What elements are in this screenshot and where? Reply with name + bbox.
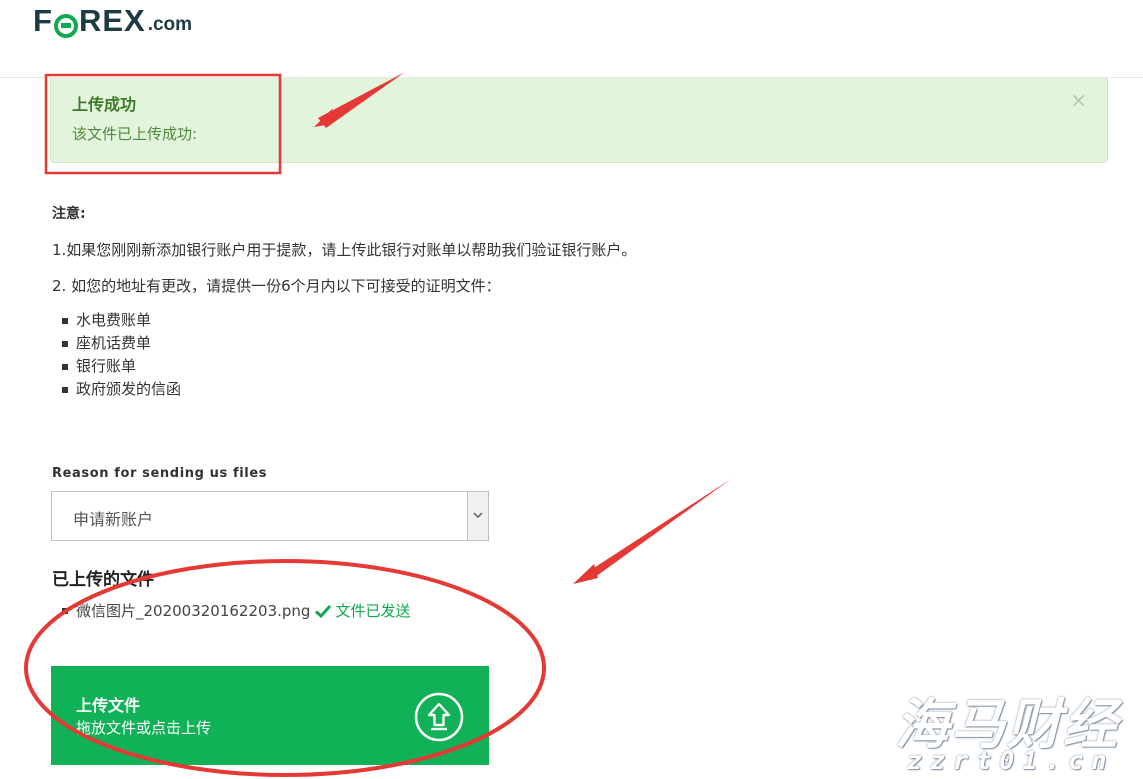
watermark-url: zzrt01.cn (907, 746, 1115, 775)
uploaded-files-title: 已上传的文件 (52, 570, 154, 590)
list-item: 水电费账单 (62, 309, 652, 332)
close-icon[interactable]: × (1070, 90, 1087, 110)
notice-heading: 注意: (52, 206, 86, 222)
list-item: 政府颁发的信函 (62, 378, 652, 401)
watermark-text: 海马财经 (895, 693, 1119, 756)
select-arrow[interactable] (467, 492, 488, 540)
list-item: 银行账单 (62, 355, 652, 378)
notice-paragraph-2: 2. 如您的地址有更改，请提供一份6个月内以下可接受的证明文件： (52, 277, 501, 295)
file-status: 文件已发送 (335, 602, 411, 620)
list-item: 座机话费单 (62, 332, 652, 355)
upload-arrow-icon (414, 692, 464, 742)
chevron-down-icon (473, 512, 483, 518)
logo-letter-f: F (33, 3, 53, 38)
arrow-annotation-2 (573, 479, 731, 584)
upload-dropzone[interactable]: 上传文件 拖放文件或点击上传 (51, 666, 489, 765)
upload-success-alert: 上传成功 该文件已上传成功: × (50, 78, 1108, 163)
bullet (62, 607, 68, 614)
site-header: F REX .com (0, 0, 1143, 78)
uploaded-file-item: 微信图片_20200320162203.png 文件已发送 (62, 600, 410, 621)
reason-selected-value: 申请新账户 (73, 510, 154, 529)
watermark: 海马财经 zzrt01.cn (895, 680, 1143, 779)
checkmark-icon (315, 604, 332, 618)
upload-title: 上传文件 (76, 696, 141, 715)
alert-title: 上传成功 (72, 95, 137, 114)
document-type-list: 水电费账单 座机话费单 银行账单 政府颁发的信函 (52, 309, 652, 401)
upload-subtitle: 拖放文件或点击上传 (76, 719, 212, 737)
notice-paragraph-1: 1.如果您刚刚新添加银行账户用于提款，请上传此银行对账单以帮助我们验证银行账户。 (52, 241, 637, 259)
file-name: 微信图片_20200320162203.png (76, 602, 311, 620)
logo-o-icon (53, 14, 78, 38)
reason-select[interactable]: 申请新账户 (51, 491, 489, 541)
logo-letters-rex: REX (78, 3, 146, 38)
notice-section: 注意: 1.如果您刚刚新添加银行账户用于提款，请上传此银行对账单以帮助我们验证银… (52, 203, 652, 401)
logo-domain: .com (147, 14, 193, 35)
alert-message: 该文件已上传成功: (72, 125, 198, 143)
forex-logo[interactable]: F REX .com (33, 4, 192, 38)
reason-label: Reason for sending us files (52, 466, 268, 481)
